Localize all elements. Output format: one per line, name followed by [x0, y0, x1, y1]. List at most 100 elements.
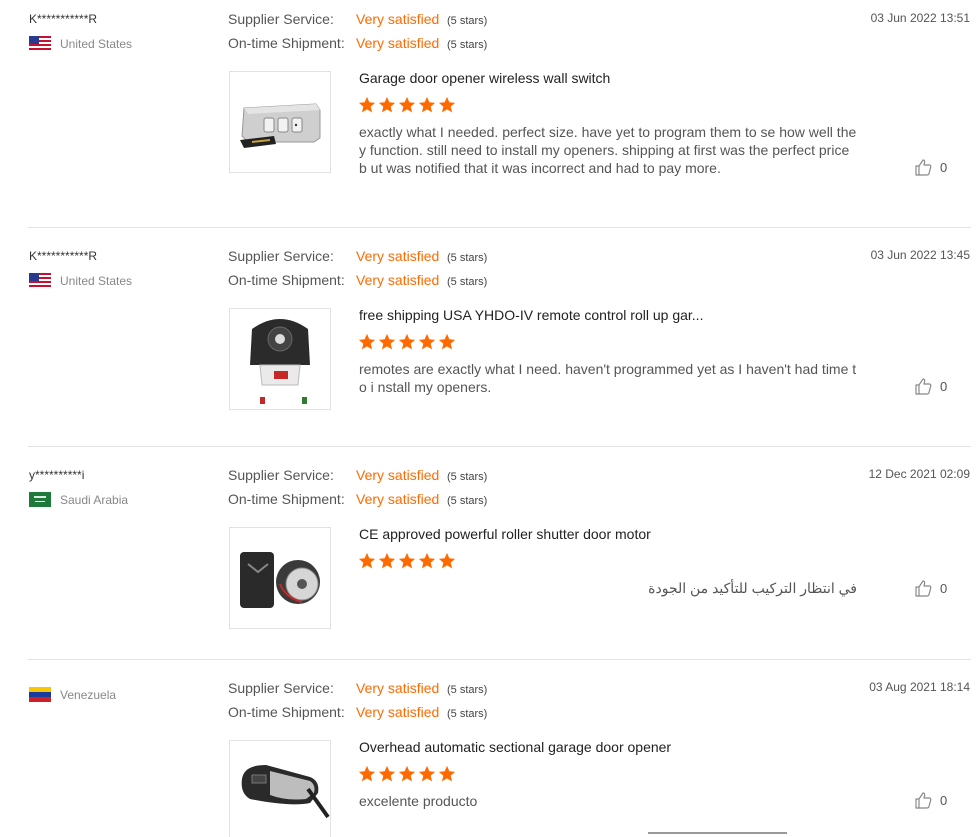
review-date: 03 Aug 2021 18:14: [869, 680, 970, 694]
sectional-opener-icon: [241, 765, 330, 819]
supplier-service-stars: (5 stars): [447, 471, 488, 483]
star-icon: [358, 96, 376, 113]
shipment-rating: On-time Shipment: Very satisfied (5 star…: [228, 704, 487, 720]
review-divider: [28, 659, 971, 660]
review-date: 03 Jun 2022 13:51: [870, 11, 970, 25]
shipment-stars: (5 stars): [447, 39, 488, 51]
venezuela-flag-icon: [29, 687, 51, 702]
star-icon: [358, 552, 376, 569]
star-icon: [438, 333, 456, 350]
product-thumbnail[interactable]: [229, 71, 331, 173]
supplier-service-label: Supplier Service:: [228, 11, 334, 27]
review-comment: في انتظار التركيب للتأكيد من الجودة: [359, 579, 857, 597]
star-icon: [418, 552, 436, 569]
star-icon: [418, 765, 436, 782]
shipment-value: Very satisfied: [356, 35, 440, 51]
like-count: 0: [940, 792, 948, 808]
like-button[interactable]: 0: [914, 158, 947, 176]
review-stars: [358, 333, 456, 351]
review-comment: excelente producto: [359, 793, 478, 809]
shipment-stars: (5 stars): [447, 276, 488, 288]
review-divider: [28, 446, 971, 447]
star-icon: [378, 96, 396, 113]
shipment-value: Very satisfied: [356, 272, 440, 288]
review-divider: [28, 227, 971, 228]
shipment-label: On-time Shipment:: [228, 272, 345, 288]
shipment-label: On-time Shipment:: [228, 491, 345, 507]
thumbs-up-icon: [915, 580, 932, 597]
supplier-service-value: Very satisfied: [356, 248, 440, 264]
review-stars: [358, 96, 456, 114]
star-icon: [358, 333, 376, 350]
supplier-service-value: Very satisfied: [356, 11, 440, 27]
buyer-country: Saudi Arabia: [29, 492, 128, 507]
country-label: United States: [60, 273, 133, 288]
thumbs-up-icon: [915, 159, 932, 176]
saudi-flag-icon: [29, 492, 51, 507]
buyer-country: Venezuela: [29, 687, 116, 702]
thumbs-up-icon: [915, 378, 932, 395]
star-icon: [378, 765, 396, 782]
product-title[interactable]: free shipping USA YHDO-IV remote control…: [359, 307, 703, 323]
review-stars: [358, 765, 456, 783]
roll-up-motor-icon: [250, 319, 310, 404]
review-stars: [358, 552, 456, 570]
shipment-rating: On-time Shipment: Very satisfied (5 star…: [228, 272, 487, 288]
buyer-name: K***********R: [29, 12, 98, 26]
buyer-country: United States: [29, 36, 132, 51]
supplier-service-label: Supplier Service:: [228, 467, 334, 483]
wall-switch-icon: [240, 103, 321, 148]
supplier-service-rating: Supplier Service: Very satisfied (5 star…: [228, 680, 487, 696]
star-icon: [398, 552, 416, 569]
shipment-value: Very satisfied: [356, 491, 440, 507]
like-button[interactable]: 0: [914, 579, 947, 597]
comment-text: في انتظار التركيب للتأكيد من الجودة: [648, 580, 857, 596]
like-button[interactable]: 0: [914, 377, 947, 395]
supplier-service-stars: (5 stars): [447, 15, 488, 27]
star-icon: [418, 333, 436, 350]
country-label: Venezuela: [60, 687, 117, 702]
star-icon: [378, 552, 396, 569]
shipment-stars: (5 stars): [447, 708, 488, 720]
supplier-service-stars: (5 stars): [447, 252, 488, 264]
supplier-service-label: Supplier Service:: [228, 248, 334, 264]
shipment-rating: On-time Shipment: Very satisfied (5 star…: [228, 491, 487, 507]
buyer-country: United States: [29, 273, 132, 288]
shipment-label: On-time Shipment:: [228, 704, 345, 720]
us-flag-icon: [29, 36, 51, 51]
product-thumbnail[interactable]: [229, 740, 331, 837]
star-icon: [398, 765, 416, 782]
star-icon: [398, 333, 416, 350]
star-icon: [418, 96, 436, 113]
country-label: United States: [60, 36, 133, 51]
supplier-service-label: Supplier Service:: [228, 680, 334, 696]
like-count: 0: [940, 580, 948, 596]
star-icon: [398, 96, 416, 113]
shutter-motor-icon: [240, 552, 320, 608]
like-count: 0: [940, 378, 948, 394]
product-thumbnail[interactable]: [229, 308, 331, 410]
like-count: 0: [940, 159, 948, 175]
product-thumbnail[interactable]: [229, 527, 331, 629]
star-icon: [438, 96, 456, 113]
product-title[interactable]: CE approved powerful roller shutter door…: [359, 526, 651, 542]
supplier-service-rating: Supplier Service: Very satisfied (5 star…: [228, 467, 487, 483]
buyer-name: y**********i: [29, 468, 85, 482]
us-flag-icon: [29, 273, 51, 288]
like-button[interactable]: 0: [914, 791, 947, 809]
product-title[interactable]: Garage door opener wireless wall switch: [359, 70, 610, 86]
supplier-service-rating: Supplier Service: Very satisfied (5 star…: [228, 11, 487, 27]
country-label: Saudi Arabia: [60, 492, 129, 507]
star-icon: [438, 765, 456, 782]
product-title[interactable]: Overhead automatic sectional garage door…: [359, 739, 671, 755]
supplier-service-value: Very satisfied: [356, 467, 440, 483]
review-comment: remotes are exactly what I need. haven't…: [359, 361, 857, 395]
star-icon: [438, 552, 456, 569]
star-icon: [378, 333, 396, 350]
thumbs-up-icon: [915, 792, 932, 809]
shipment-value: Very satisfied: [356, 704, 440, 720]
supplier-service-stars: (5 stars): [447, 684, 488, 696]
horizontal-scrollbar[interactable]: [648, 832, 787, 834]
star-icon: [358, 765, 376, 782]
buyer-name: K***********R: [29, 249, 98, 263]
